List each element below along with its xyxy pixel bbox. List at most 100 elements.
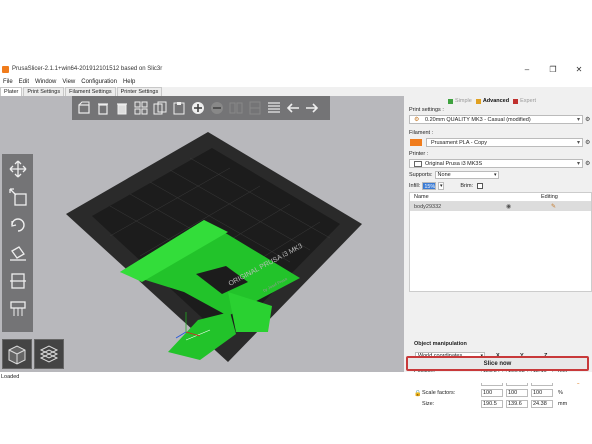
mode-selector: Simple Advanced Expert: [448, 97, 536, 105]
maximize-icon[interactable]: ❐: [540, 60, 566, 78]
supports-value: None: [437, 171, 451, 178]
mode-expert-swatch: [513, 98, 519, 104]
object-list: Name Editing body29332 ◉ ✎: [409, 192, 592, 292]
filament-value: Prusament PLA - Copy: [431, 139, 487, 146]
remove-instance-icon[interactable]: [209, 100, 225, 116]
print-settings-value: 0.20mm QUALITY MK3 - Casual (modified): [425, 116, 531, 123]
layers-editing-icon[interactable]: [266, 100, 282, 116]
brim-label: Brim:: [460, 182, 474, 189]
menu-file[interactable]: File: [0, 78, 16, 87]
supports-select[interactable]: None ▾: [434, 170, 499, 179]
close-icon[interactable]: ✕: [566, 60, 592, 78]
filament-combo[interactable]: Prusament PLA - Copy ▾: [426, 138, 583, 147]
left-gizmo-toolbar: [2, 154, 33, 332]
edit-object-icon[interactable]: ✎: [551, 203, 556, 210]
copy-icon[interactable]: [152, 100, 168, 116]
menu-view[interactable]: View: [59, 78, 78, 87]
object-row[interactable]: body29332 ◉ ✎: [410, 202, 591, 211]
menu-window[interactable]: Window: [32, 78, 59, 87]
tab-plater[interactable]: Plater: [0, 87, 23, 96]
size-x-input[interactable]: 190.5: [481, 400, 503, 408]
size-unit: mm: [558, 401, 568, 407]
chevron-down-icon: ▾: [494, 171, 497, 178]
infill-input[interactable]: 15%: [422, 181, 437, 190]
chevron-down-icon: ▾: [576, 117, 580, 123]
mode-simple-swatch: [448, 98, 453, 104]
window-title: PrusaSlicer-2.1.1+win64-201912101512 bas…: [12, 66, 163, 72]
3d-view-icon[interactable]: [2, 339, 32, 369]
object-list-header: Name Editing: [410, 193, 591, 202]
eye-icon[interactable]: ◉: [506, 203, 511, 210]
paste-icon[interactable]: [171, 100, 187, 116]
place-on-face-icon[interactable]: [7, 242, 29, 264]
mode-simple-label: Simple: [455, 98, 472, 104]
scale-z-input[interactable]: 100: [531, 389, 553, 397]
slice-now-button[interactable]: Slice now: [406, 356, 589, 371]
chevron-down-icon[interactable]: ▾: [438, 181, 445, 190]
mode-advanced-swatch: [475, 98, 481, 104]
scale-icon[interactable]: [7, 186, 29, 208]
mode-expert-label: Expert: [520, 98, 537, 104]
minimize-icon[interactable]: –: [514, 60, 540, 78]
title-bar: PrusaSlicer-2.1.1+win64-201912101512 bas…: [0, 60, 592, 78]
tab-print-settings[interactable]: Print Settings: [23, 87, 65, 96]
mode-expert[interactable]: Expert: [513, 98, 536, 104]
split-parts-icon[interactable]: [247, 100, 263, 116]
split-objects-icon[interactable]: [228, 100, 244, 116]
cut-icon[interactable]: [7, 270, 29, 292]
print-settings-combo[interactable]: ⚙ 0.20mm QUALITY MK3 - Casual (modified)…: [409, 115, 583, 124]
lock-icon[interactable]: 🔒: [414, 390, 421, 397]
infill-row: Infill: 15% ▾ Brim:: [409, 181, 589, 190]
menu-help[interactable]: Help: [120, 78, 138, 87]
redo-icon[interactable]: [304, 100, 320, 116]
brim-checkbox[interactable]: [477, 182, 484, 189]
preview-layers-icon[interactable]: [34, 339, 64, 369]
name-column-header[interactable]: Name: [414, 194, 429, 200]
support-points-icon[interactable]: [7, 298, 29, 320]
arrange-icon[interactable]: [133, 100, 149, 116]
size-y-input[interactable]: 139.6: [506, 400, 528, 408]
menu-edit[interactable]: Edit: [16, 78, 32, 87]
edit-preset-icon[interactable]: ⚙: [585, 116, 592, 123]
rotate-icon[interactable]: [7, 214, 29, 236]
settings-gear-icon: ⚙: [414, 116, 420, 123]
delete-icon[interactable]: [95, 100, 111, 116]
mode-simple[interactable]: Simple: [448, 98, 472, 104]
filament-color-swatch[interactable]: [410, 139, 422, 146]
supports-label: Supports:: [409, 171, 433, 178]
printer-label: Printer :: [409, 151, 429, 157]
view-mode-buttons: [2, 339, 64, 369]
scale-label: Scale factors:: [422, 390, 456, 396]
size-z-input[interactable]: 24.38: [531, 400, 553, 408]
supports-row: Supports: None ▾: [409, 170, 589, 179]
scale-y-input[interactable]: 100: [506, 389, 528, 397]
prusaslicer-window: PrusaSlicer-2.1.1+win64-201912101512 bas…: [0, 60, 592, 408]
tab-printer-settings[interactable]: Printer Settings: [116, 87, 163, 96]
move-icon[interactable]: [7, 158, 29, 180]
right-sidebar: Simple Advanced Expert Print settings : …: [406, 96, 592, 383]
menu-configuration[interactable]: Configuration: [78, 78, 120, 87]
object-manipulation-title: Object manipulation: [414, 341, 467, 347]
mode-advanced-label: Advanced: [482, 98, 510, 104]
undo-icon[interactable]: [285, 100, 301, 116]
delete-all-icon[interactable]: [114, 100, 130, 116]
printer-combo[interactable]: Original Prusa i3 MK3S ▾: [409, 159, 583, 168]
tab-filament-settings[interactable]: Filament Settings: [65, 87, 116, 96]
mode-advanced[interactable]: Advanced: [475, 98, 510, 104]
tab-bar: Plater Print Settings Filament Settings …: [0, 87, 164, 96]
3d-viewport[interactable]: ORIGINAL PRUSA i3 MK3 by Josef Prusa: [0, 96, 404, 376]
scale-unit: %: [558, 390, 563, 396]
edit-filament-icon[interactable]: ⚙: [585, 139, 592, 146]
menu-bar: File Edit Window View Configuration Help: [0, 78, 592, 87]
printer-icon: [414, 160, 422, 167]
printer-value: Original Prusa i3 MK3S: [425, 160, 483, 167]
chevron-down-icon: ▾: [576, 140, 580, 146]
edit-printer-icon[interactable]: ⚙: [585, 160, 592, 167]
editing-column-header[interactable]: Editing: [541, 194, 558, 200]
print-settings-label: Print settings :: [409, 107, 444, 113]
add-instance-icon[interactable]: [190, 100, 206, 116]
scale-x-input[interactable]: 100: [481, 389, 503, 397]
add-icon[interactable]: [76, 100, 92, 116]
top-toolbar: [72, 96, 330, 120]
filament-label: Filament :: [409, 130, 434, 136]
